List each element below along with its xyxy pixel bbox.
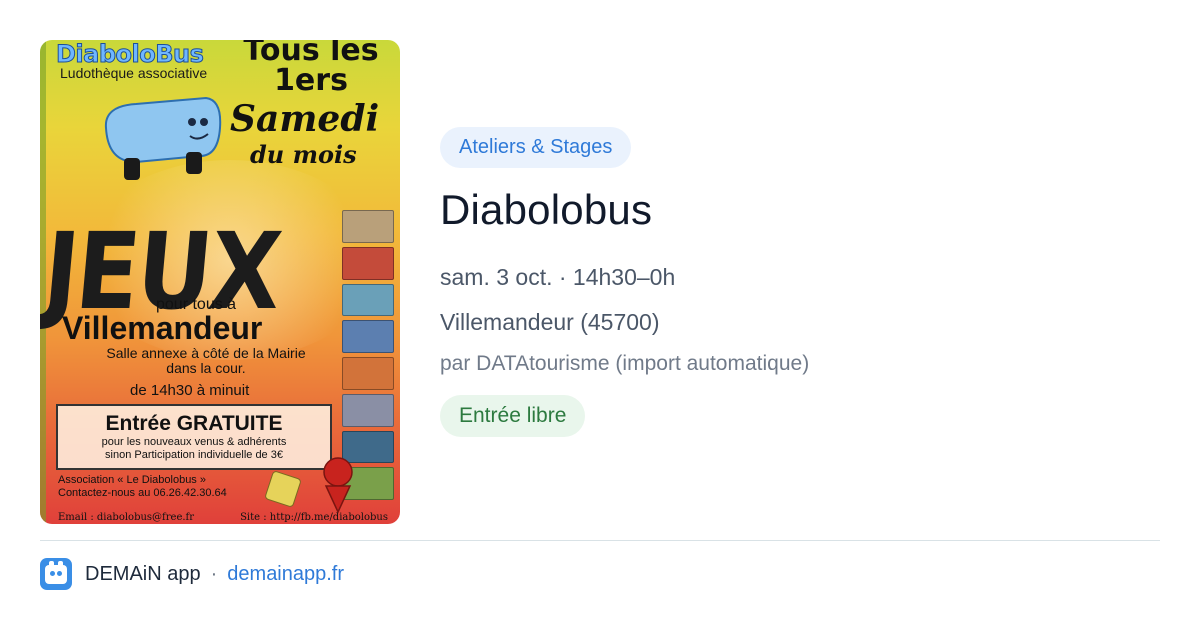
app-footer: DEMAiN app · demainapp.fr: [40, 558, 344, 590]
event-organizer: par DATAtourisme (import automatique): [440, 352, 810, 375]
game-box: [342, 393, 394, 427]
footer-divider: [40, 540, 1160, 541]
game-box: [342, 357, 394, 390]
poster-town: Villemandeur: [62, 310, 263, 346]
poster-venue-line1: Salle annexe à côté de la Mairie: [106, 345, 306, 361]
poster-when-day: Samedi: [230, 98, 380, 140]
poster-email: Email : diabolobus@free.fr: [58, 512, 195, 523]
poster-entry-title: Entrée GRATUITE: [105, 412, 283, 435]
poster-when: Tous les 1ers: [236, 40, 386, 96]
app-icon-eye: [50, 571, 55, 576]
app-icon-eye: [57, 571, 62, 576]
event-datetime: sam. 3 oct. · 14h30–0h: [440, 264, 676, 290]
price-badge: Entrée libre: [440, 395, 586, 437]
game-box: [342, 283, 394, 317]
poster-when-line2: 1ers: [274, 63, 348, 98]
poster-venue-line2: dans la cour.: [166, 360, 246, 376]
poster-site: Site : http://fb.me/diabolobus: [240, 512, 388, 523]
poster-venue: Salle annexe à côté de la Mairie dans la…: [76, 346, 336, 376]
demain-app-icon: [40, 558, 72, 590]
app-icon-face: [45, 565, 67, 584]
poster-logo: DiaboloBus: [55, 40, 204, 69]
poster-association: Association « Le Diabolobus » Contactez-…: [58, 474, 227, 500]
poster-entry-line2: sinon Participation individuelle de 3€: [105, 449, 283, 461]
award-badge-icon: [323, 457, 353, 514]
poster-when-month: du mois: [250, 140, 357, 169]
event-location: Villemandeur (45700): [440, 309, 660, 335]
bus-mascot-illustration: [104, 96, 222, 180]
app-name: DEMAiN app: [85, 562, 201, 585]
poster-hours: de 14h30 à minuit: [130, 382, 250, 399]
poster-entry-line1: pour les nouveaux venus & adhérents: [101, 436, 287, 448]
poster-subtitle: Ludothèque associative: [60, 65, 208, 81]
game-box: [342, 210, 394, 243]
event-poster-image[interactable]: DiaboloBus Ludothèque associative Tous l…: [40, 40, 400, 524]
footer-separator: ·: [210, 562, 218, 585]
category-badge[interactable]: Ateliers & Stages: [440, 127, 632, 168]
app-website-link[interactable]: demainapp.fr: [227, 563, 344, 586]
poster-assoc-line2: Contactez-nous au 06.26.42.30.64: [58, 487, 227, 499]
game-box: [342, 320, 394, 353]
dice-icon: [264, 470, 302, 508]
game-box: [342, 246, 394, 280]
poster-contact-footer: Email : diabolobus@free.fr Site : http:/…: [58, 512, 388, 523]
app-icon-ring: [49, 561, 54, 567]
poster-entry-box: Entrée GRATUITE pour les nouveaux venus …: [56, 404, 332, 470]
app-icon-ring: [58, 561, 63, 567]
poster-assoc-line1: Association « Le Diabolobus »: [58, 474, 206, 486]
event-title: Diabolobus: [440, 186, 653, 233]
